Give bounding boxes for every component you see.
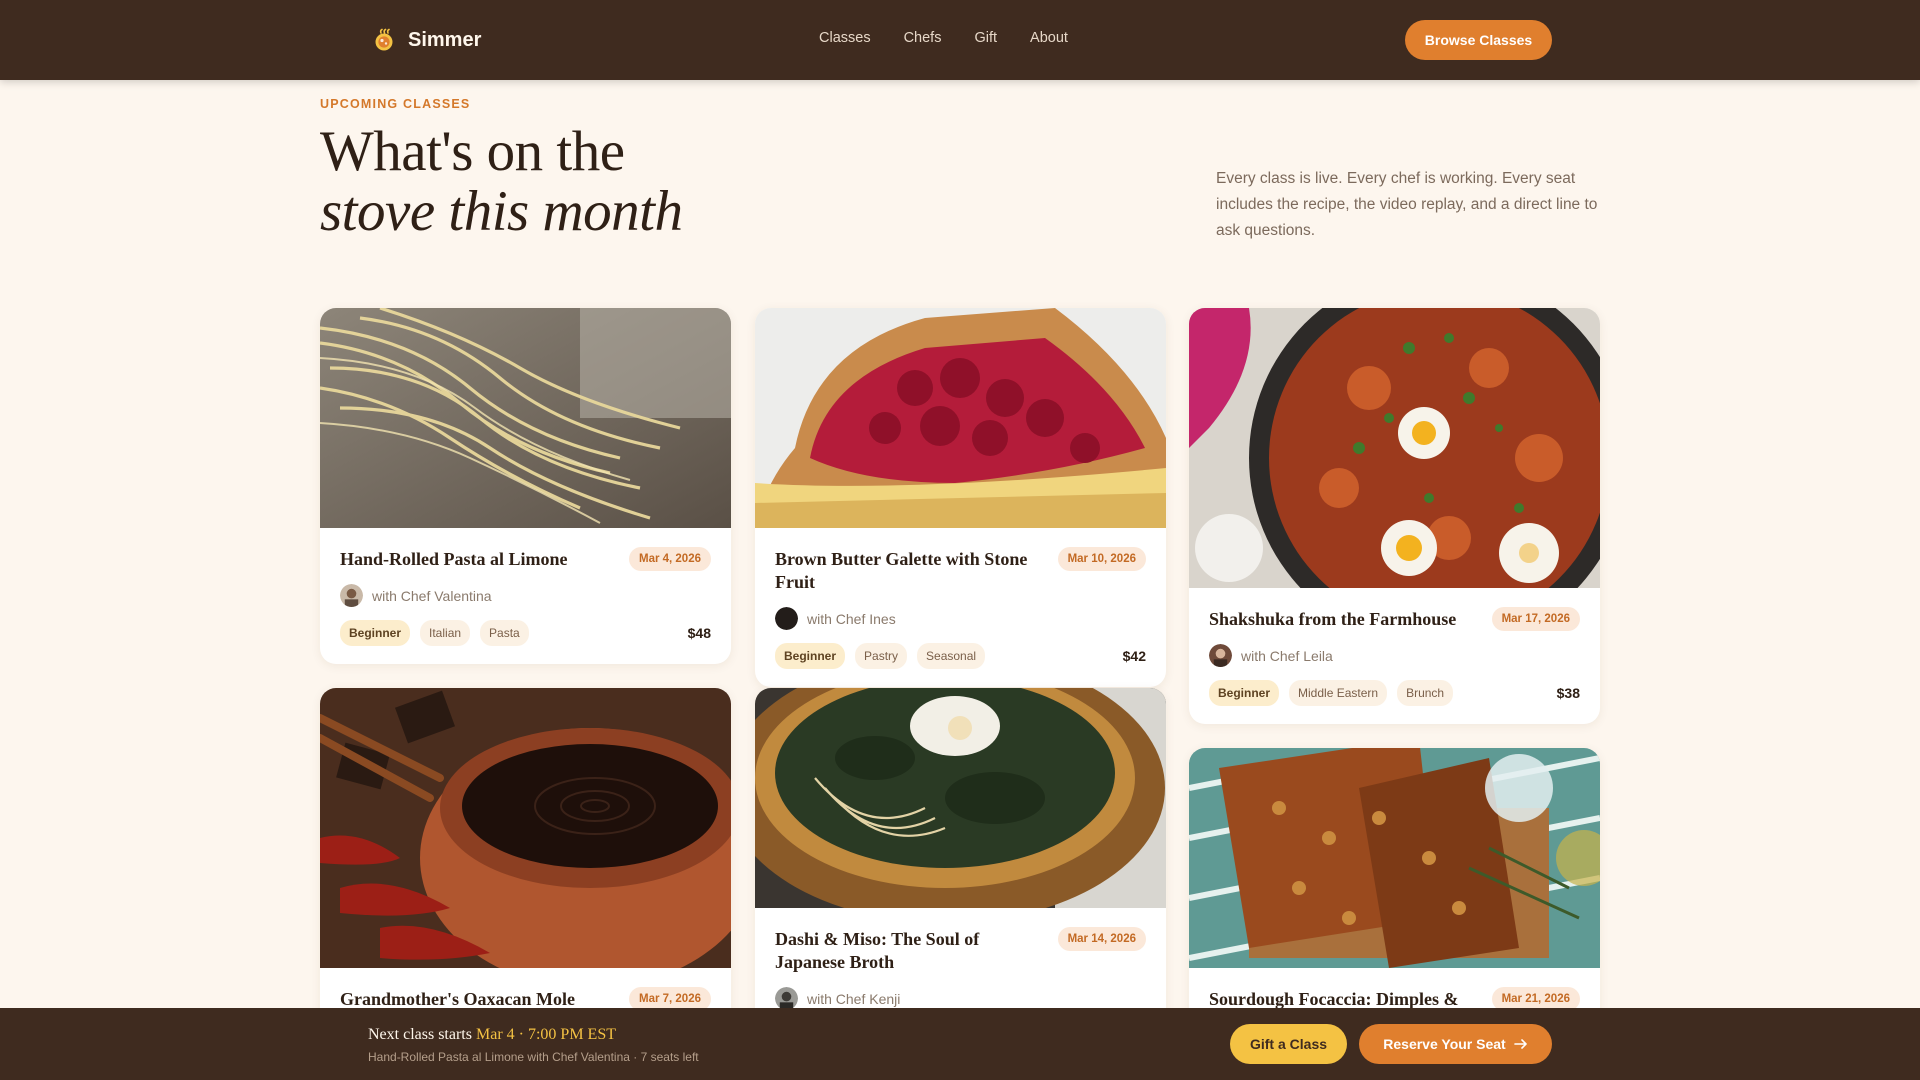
price: $38	[1556, 685, 1580, 701]
class-card[interactable]: Grandmother's Oaxacan Mole Negro Mar 7, …	[320, 688, 731, 1052]
tag-list: Beginner Middle Eastern Brunch	[1209, 680, 1454, 706]
next-class-time: Mar 4 · 7:00 PM EST	[475, 1026, 616, 1043]
card-body: Brown Butter Galette with Stone Fruit Ma…	[755, 528, 1166, 687]
next-class-bar: Next class starts Mar 4 · 7:00 PM EST Ha…	[0, 1008, 1920, 1080]
card-title[interactable]: Brown Butter Galette with Stone Fruit	[775, 548, 1045, 594]
cherry-galette-photo	[755, 308, 1166, 528]
date-badge: Mar 4, 2026	[628, 547, 711, 571]
nav-link-gift[interactable]: Gift	[974, 30, 997, 46]
shakshuka-photo	[1189, 308, 1600, 588]
class-card[interactable]: Shakshuka from the Farmhouse Mar 17, 202…	[1189, 308, 1600, 724]
class-card[interactable]: Dashi & Miso: The Soul of Japanese Broth…	[755, 688, 1166, 1028]
nav-link-chefs[interactable]: Chefs	[904, 30, 942, 46]
card-title[interactable]: Dashi & Miso: The Soul of Japanese Broth	[775, 928, 1045, 974]
section-eyebrow: UPCOMING CLASSES	[320, 97, 471, 111]
level-tag: Beginner	[340, 620, 411, 646]
next-class-lead: Next class starts	[368, 1026, 472, 1043]
fresh-pasta-photo	[320, 308, 731, 528]
main-nav: Classes Chefs Gift About	[819, 30, 1068, 46]
price: $42	[1122, 648, 1146, 664]
top-navbar: Simmer Classes Chefs Gift About Browse C…	[0, 0, 1920, 80]
price: $48	[687, 625, 711, 641]
card-body: Shakshuka from the Farmhouse Mar 17, 202…	[1189, 588, 1600, 724]
mole-negro-photo	[320, 688, 731, 968]
class-card[interactable]: Brown Butter Galette with Stone Fruit Ma…	[755, 308, 1166, 687]
chef-name: with Chef Valentina	[372, 587, 492, 604]
next-class-text: Next class starts Mar 4 · 7:00 PM EST	[368, 1026, 616, 1044]
category-tag: Pastry	[855, 643, 908, 669]
nav-link-classes[interactable]: Classes	[819, 30, 871, 46]
tag-list: Beginner Italian Pasta	[340, 620, 529, 646]
reserve-seat-label: Reserve Your Seat	[1383, 1036, 1506, 1052]
level-tag: Beginner	[775, 643, 846, 669]
next-class-details: Hand-Rolled Pasta al Limone with Chef Va…	[368, 1050, 699, 1064]
category-tag: Brunch	[1397, 680, 1454, 706]
chef-name: with Chef Kenji	[807, 990, 901, 1007]
page-title: What's on the stove this month	[320, 120, 683, 243]
card-body: Hand-Rolled Pasta al Limone Mar 4, 2026 …	[320, 528, 731, 664]
cuisine-tag: Middle Eastern	[1289, 680, 1388, 706]
date-badge: Mar 17, 2026	[1491, 607, 1580, 631]
pot-logo-icon	[375, 28, 393, 51]
page-title-line-1: What's on the	[320, 120, 625, 183]
browse-classes-button[interactable]: Browse Classes	[1405, 20, 1552, 60]
date-badge: Mar 10, 2026	[1057, 547, 1146, 571]
arrow-right-icon	[1513, 1039, 1527, 1049]
brand[interactable]: Simmer	[372, 26, 481, 54]
level-tag: Beginner	[1209, 680, 1280, 706]
chef-avatar	[775, 607, 798, 630]
nav-link-about[interactable]: About	[1030, 30, 1068, 46]
class-card[interactable]: Sourdough Focaccia: Dimples & Mar 21, 20…	[1189, 748, 1600, 1029]
chef-avatar	[340, 584, 363, 607]
chef-avatar	[775, 987, 798, 1010]
season-tag: Seasonal	[917, 643, 986, 669]
tag-list: Beginner Pastry Seasonal	[775, 643, 986, 669]
miso-soup-photo	[755, 688, 1166, 908]
card-title[interactable]: Hand-Rolled Pasta al Limone	[340, 548, 568, 571]
chef-name: with Chef Leila	[1241, 647, 1333, 664]
gift-class-button[interactable]: Gift a Class	[1230, 1024, 1347, 1064]
hero-description: Every class is live. Every chef is worki…	[1216, 170, 1598, 239]
brand-name: Simmer	[408, 28, 482, 51]
reserve-seat-button[interactable]: Reserve Your Seat	[1359, 1024, 1552, 1064]
focaccia-photo	[1189, 748, 1600, 968]
page-title-line-2: stove this month	[320, 180, 683, 243]
card-title[interactable]: Shakshuka from the Farmhouse	[1209, 608, 1456, 631]
chef-avatar	[1209, 644, 1232, 667]
cuisine-tag: Italian	[420, 620, 471, 646]
class-card[interactable]: Hand-Rolled Pasta al Limone Mar 4, 2026 …	[320, 308, 731, 664]
chef-name: with Chef Ines	[807, 610, 896, 627]
date-badge: Mar 14, 2026	[1057, 927, 1146, 951]
category-tag: Pasta	[480, 620, 529, 646]
